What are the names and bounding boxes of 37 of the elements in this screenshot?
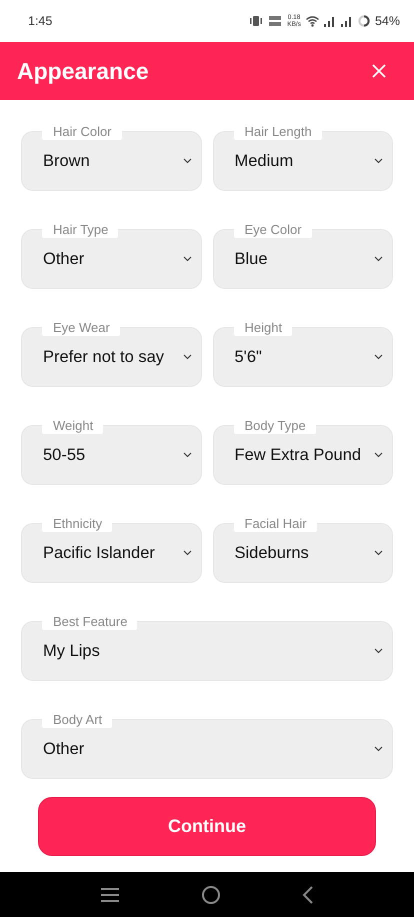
wifi-icon — [306, 16, 319, 26]
vibrate-icon — [249, 16, 264, 26]
field-label: Facial Hair — [234, 516, 317, 532]
field-label: Eye Color — [234, 222, 312, 238]
close-button[interactable] — [372, 64, 386, 78]
chevron-down-icon — [182, 550, 192, 556]
chevron-down-icon — [182, 256, 192, 262]
chevron-down-icon — [182, 158, 192, 164]
field-label: Height — [234, 320, 292, 336]
field-label: Hair Type — [42, 222, 118, 238]
field-label: Body Type — [234, 418, 316, 434]
menu-button[interactable] — [100, 886, 120, 902]
back-button[interactable] — [302, 886, 314, 904]
chevron-down-icon — [374, 746, 383, 752]
page-title: Appearance — [17, 58, 149, 84]
battery-icon — [358, 15, 370, 27]
continue-button[interactable]: Continue — [38, 797, 376, 856]
field-label: Hair Color — [42, 124, 122, 140]
clock-time: 1:45 — [28, 14, 52, 28]
chevron-down-icon — [182, 452, 192, 458]
field-label: Eye Wear — [42, 320, 120, 336]
home-button[interactable] — [200, 884, 221, 904]
signal-icon — [340, 16, 353, 26]
chevron-down-icon — [374, 648, 383, 654]
field-label: Ethnicity — [42, 516, 112, 532]
chevron-down-icon — [374, 158, 383, 164]
field-label: Hair Length — [234, 124, 322, 140]
chevron-down-icon — [374, 256, 383, 262]
field-label: Weight — [42, 418, 104, 434]
field-label: Body Art — [42, 712, 112, 728]
field-label: Best Feature — [42, 614, 138, 630]
chevron-down-icon — [374, 452, 383, 458]
chevron-down-icon — [374, 550, 383, 556]
chevron-down-icon — [182, 354, 192, 360]
chevron-down-icon — [374, 354, 383, 360]
signal-icon — [324, 16, 336, 26]
battery-level: 54% — [374, 14, 400, 28]
